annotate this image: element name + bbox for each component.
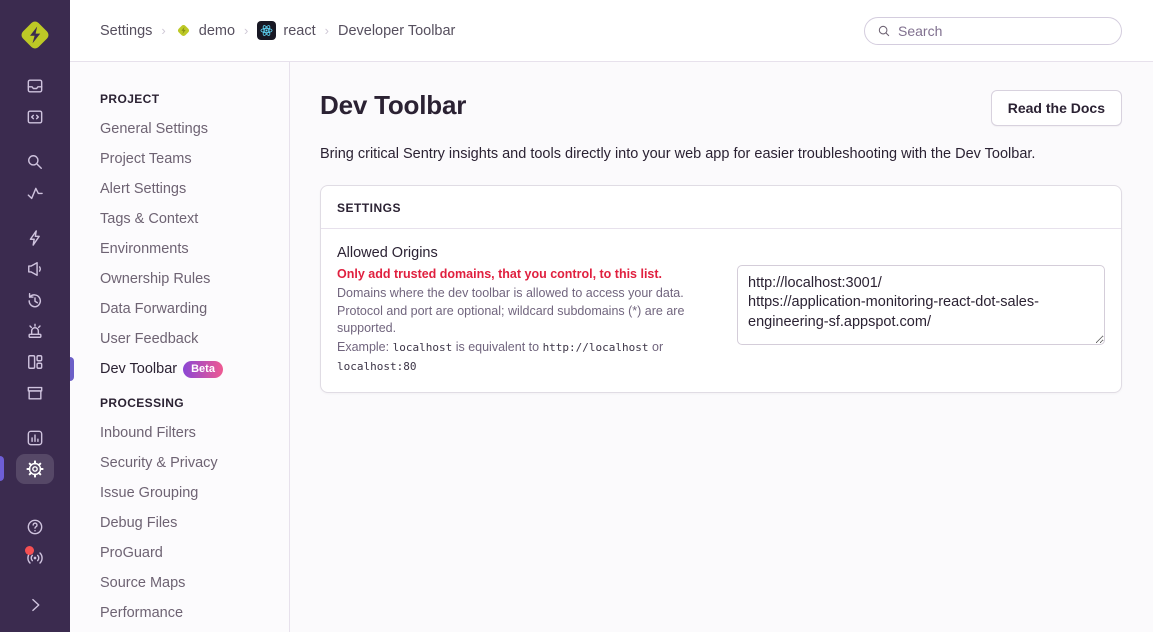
alerts-icon[interactable] [0, 315, 70, 346]
sidebar-item-issue-grouping[interactable]: Issue Grouping [70, 478, 289, 508]
right-pane: Settings › demo › [70, 0, 1153, 632]
example-code: http://localhost [543, 341, 649, 354]
settings-panel-header: SETTINGS [321, 186, 1121, 229]
sidebar-item-data-forwarding[interactable]: Data Forwarding [70, 294, 289, 324]
sidebar-item-ownership-rules[interactable]: Ownership Rules [70, 264, 289, 294]
sidebar-item-alert-settings[interactable]: Alert Settings [70, 174, 289, 204]
page-description: Bring critical Sentry insights and tools… [320, 144, 1122, 164]
collapse-icon[interactable] [0, 589, 70, 620]
settings-panel-body: Allowed Origins Only add trusted domains… [321, 229, 1121, 391]
projects-icon[interactable] [0, 101, 70, 132]
search-icon [877, 24, 891, 38]
example-label: Example: [337, 340, 389, 354]
notification-dot [25, 546, 34, 555]
allowed-origins-control: http://localhost:3001/ https://applicati… [737, 245, 1105, 375]
replays-icon[interactable] [0, 284, 70, 315]
sidebar-item-label: Dev Toolbar [100, 354, 177, 384]
read-the-docs-button[interactable]: Read the Docs [991, 90, 1122, 126]
breadcrumb-separator-icon: › [325, 23, 329, 38]
breadcrumb-separator-icon: › [244, 23, 248, 38]
sidebar-item-project-teams[interactable]: Project Teams [70, 144, 289, 174]
allowed-origins-example: Example: localhost is equivalent to http… [337, 338, 700, 376]
traces-icon[interactable] [0, 177, 70, 208]
sidebar-section-title: PROCESSING [70, 396, 289, 410]
example-code: localhost [393, 341, 453, 354]
example-text: is equivalent to [456, 340, 539, 354]
sidebar-item-environments[interactable]: Environments [70, 234, 289, 264]
help-icon[interactable] [0, 511, 70, 542]
sidebar-section-title: PROJECT [70, 92, 289, 106]
dashboards-icon[interactable] [0, 346, 70, 377]
sidebar-section-processing: PROCESSING Inbound Filters Security & Pr… [70, 396, 289, 628]
breadcrumb-project-label: react [283, 23, 315, 39]
topbar: Settings › demo › [70, 0, 1153, 62]
allowed-origins-textarea[interactable]: http://localhost:3001/ https://applicati… [737, 265, 1105, 345]
allowed-origins-field-info: Allowed Origins Only add trusted domains… [337, 245, 700, 375]
releases-icon[interactable] [0, 377, 70, 408]
allowed-origins-help: Domains where the dev toolbar is allowed… [337, 285, 700, 337]
rail-bottom-group [0, 511, 70, 632]
main-content: Dev Toolbar Read the Docs Bring critical… [290, 62, 1153, 632]
breadcrumb-separator-icon: › [161, 23, 165, 38]
org-avatar-icon [15, 15, 55, 55]
sidebar-item-performance[interactable]: Performance [70, 598, 289, 628]
sidebar-item-dev-toolbar[interactable]: Dev Toolbar Beta [70, 354, 289, 384]
breadcrumb-org[interactable]: demo [175, 22, 235, 39]
app-root: Settings › demo › [0, 0, 1153, 632]
sidebar-item-general-settings[interactable]: General Settings [70, 114, 289, 144]
breadcrumb: Settings › demo › [100, 21, 455, 40]
beta-badge: Beta [183, 361, 223, 378]
sidebar-item-proguard[interactable]: ProGuard [70, 538, 289, 568]
sidebar-item-inbound-filters[interactable]: Inbound Filters [70, 418, 289, 448]
boost-icon[interactable] [0, 222, 70, 253]
search-input[interactable] [898, 23, 1109, 39]
settings-sidebar: PROJECT General Settings Project Teams A… [70, 62, 290, 632]
feedback-icon[interactable] [0, 253, 70, 284]
stats-icon[interactable] [0, 422, 70, 453]
page-title: Dev Toolbar [320, 90, 466, 121]
org-avatar-icon [175, 22, 192, 39]
sidebar-section-project: PROJECT General Settings Project Teams A… [70, 92, 289, 384]
breadcrumb-project[interactable]: react [257, 21, 315, 40]
react-project-avatar-icon [257, 21, 276, 40]
title-row: Dev Toolbar Read the Docs [320, 90, 1122, 126]
example-text: or [652, 340, 663, 354]
settings-icon[interactable] [0, 453, 70, 484]
sidebar-item-security-privacy[interactable]: Security & Privacy [70, 448, 289, 478]
settings-panel: SETTINGS Allowed Origins Only add truste… [320, 185, 1122, 392]
explore-icon[interactable] [0, 146, 70, 177]
allowed-origins-label: Allowed Origins [337, 245, 700, 261]
issues-icon[interactable] [0, 70, 70, 101]
sidebar-item-debug-files[interactable]: Debug Files [70, 508, 289, 538]
sidebar-item-source-maps[interactable]: Source Maps [70, 568, 289, 598]
breadcrumb-org-label: demo [199, 23, 235, 39]
broadcast-icon[interactable] [0, 542, 70, 573]
content-row: PROJECT General Settings Project Teams A… [70, 62, 1153, 632]
sentry-org-logo[interactable] [0, 0, 70, 70]
sidebar-item-user-feedback[interactable]: User Feedback [70, 324, 289, 354]
example-code: localhost:80 [337, 360, 416, 373]
breadcrumb-page: Developer Toolbar [338, 23, 455, 39]
sidebar-item-tags-context[interactable]: Tags & Context [70, 204, 289, 234]
search-box[interactable] [864, 17, 1122, 45]
primary-nav-rail [0, 0, 70, 632]
breadcrumb-settings[interactable]: Settings [100, 23, 152, 39]
allowed-origins-warning: Only add trusted domains, that you contr… [337, 267, 700, 281]
